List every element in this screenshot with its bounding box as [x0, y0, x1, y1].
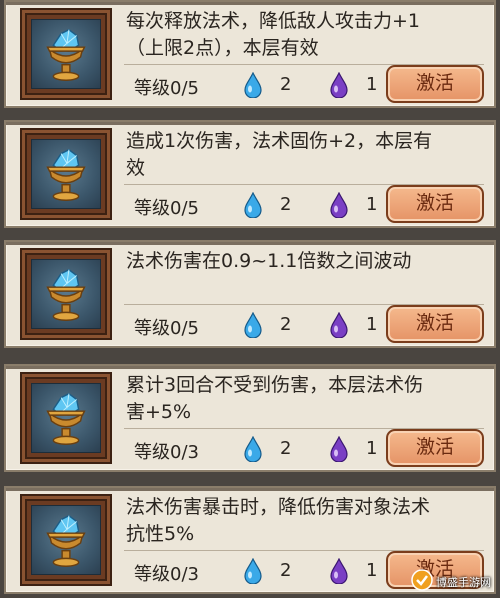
skill-card: 法术伤害在0.9~1.1倍数之间波动 等级0/5 2 1 激活	[4, 240, 496, 348]
blue-cost: 2	[280, 194, 292, 215]
skill-description: 法术伤害在0.9~1.1倍数之间波动	[126, 248, 486, 275]
blue-drop-icon	[244, 72, 262, 98]
purple-cost: 1	[366, 194, 378, 215]
skill-description: 法术伤害暴击时，降低伤害对象法术 抗性5%	[126, 494, 486, 548]
skill-description: 造成1次伤害，法术固伤+2，本层有 效	[126, 128, 486, 182]
skill-card: 造成1次伤害，法术固伤+2，本层有 效 等级0/5 2 1 激活	[4, 120, 496, 228]
activate-button[interactable]: 激活	[386, 429, 484, 467]
purple-drop-icon	[330, 312, 348, 338]
level-label: 等级0/5	[134, 198, 199, 219]
activate-button[interactable]: 激活	[386, 65, 484, 103]
watermark-logo-icon	[411, 569, 433, 591]
level-label: 等级0/5	[134, 78, 199, 99]
description-line: 法术伤害在0.9~1.1倍数之间波动	[126, 250, 412, 272]
blue-drop-icon	[244, 558, 262, 584]
skill-icon-frame	[20, 8, 112, 100]
purple-cost: 1	[366, 74, 378, 95]
description-line: 造成1次伤害，法术固伤+2，本层有	[126, 130, 433, 152]
watermark-text: 博盛手游网	[436, 576, 491, 589]
description-line: 每次释放法术，降低敌人攻击力+1	[126, 10, 421, 32]
skill-card: 每次释放法术，降低敌人攻击力+1 （上限2点），本层有效 等级0/5 2 1 激…	[4, 0, 496, 108]
activate-button[interactable]: 激活	[386, 185, 484, 223]
purple-drop-icon	[330, 436, 348, 462]
description-line: 抗性5%	[126, 523, 195, 545]
purple-drop-icon	[330, 72, 348, 98]
blue-drop-icon	[244, 312, 262, 338]
description-line: 累计3回合不受到伤害，本层法术伤	[126, 374, 424, 396]
goblet-crystal-icon	[31, 383, 101, 453]
goblet-crystal-icon	[31, 505, 101, 575]
skill-description: 每次释放法术，降低敌人攻击力+1 （上限2点），本层有效	[126, 8, 486, 62]
purple-cost: 1	[366, 560, 378, 581]
level-label: 等级0/3	[134, 442, 199, 463]
purple-cost: 1	[366, 438, 378, 459]
purple-drop-icon	[330, 558, 348, 584]
blue-cost: 2	[280, 74, 292, 95]
site-watermark: 博盛手游网	[410, 566, 494, 594]
blue-drop-icon	[244, 436, 262, 462]
description-line: 害+5%	[126, 401, 192, 423]
skill-icon-frame	[20, 128, 112, 220]
description-line: 效	[126, 157, 146, 179]
goblet-crystal-icon	[31, 19, 101, 89]
blue-cost: 2	[280, 314, 292, 335]
goblet-crystal-icon	[31, 139, 101, 209]
skill-icon-frame	[20, 248, 112, 340]
skill-description: 累计3回合不受到伤害，本层法术伤 害+5%	[126, 372, 486, 426]
skill-card: 累计3回合不受到伤害，本层法术伤 害+5% 等级0/3 2 1 激活	[4, 364, 496, 472]
skill-icon-frame	[20, 494, 112, 586]
blue-cost: 2	[280, 438, 292, 459]
goblet-crystal-icon	[31, 259, 101, 329]
description-line: 法术伤害暴击时，降低伤害对象法术	[126, 496, 431, 518]
level-label: 等级0/3	[134, 564, 199, 585]
purple-drop-icon	[330, 192, 348, 218]
skill-icon-frame	[20, 372, 112, 464]
blue-cost: 2	[280, 560, 292, 581]
blue-drop-icon	[244, 192, 262, 218]
purple-cost: 1	[366, 314, 378, 335]
description-line: （上限2点），本层有效	[126, 37, 319, 59]
activate-button[interactable]: 激活	[386, 305, 484, 343]
level-label: 等级0/5	[134, 318, 199, 339]
